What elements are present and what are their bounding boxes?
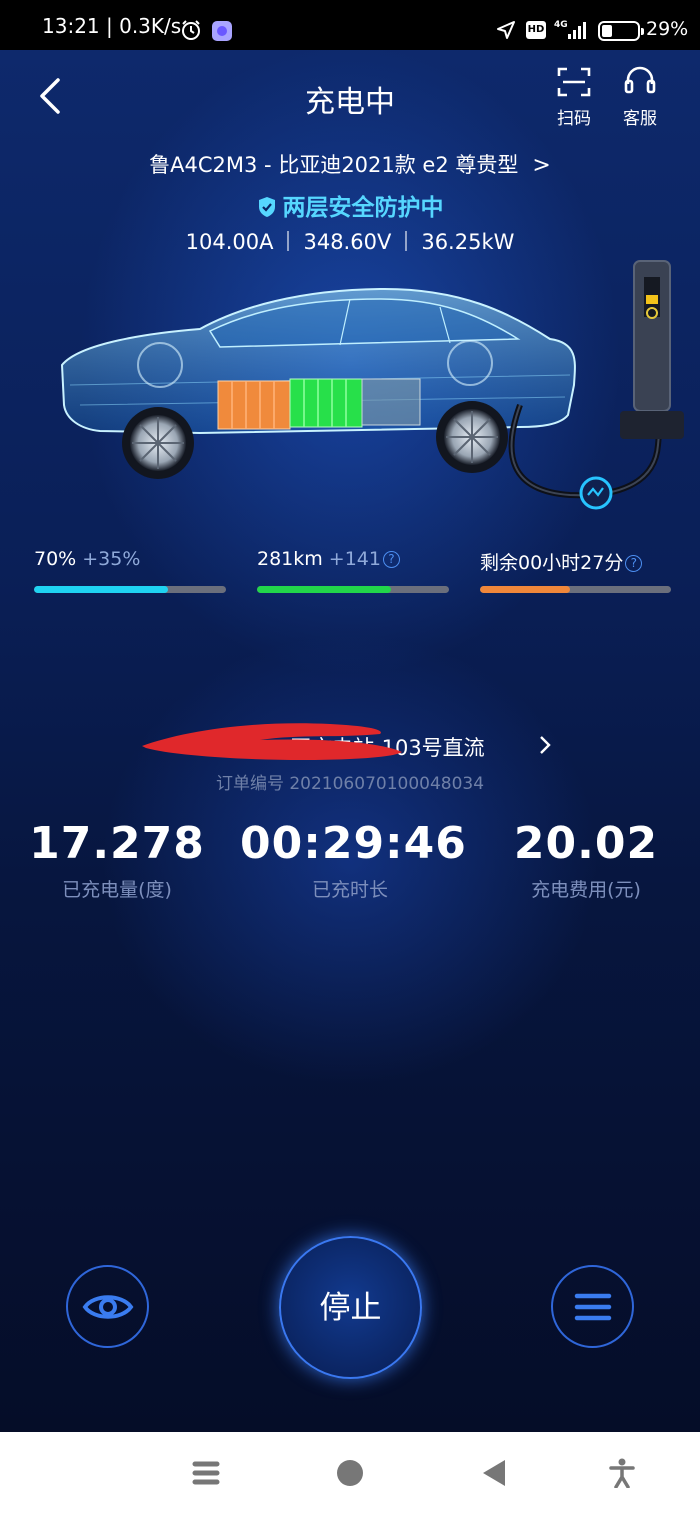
soc-progress: 70% +35%	[34, 548, 230, 593]
duration-stat: 00:29:46 已充时长	[240, 818, 467, 902]
vehicle-info-text: 鲁A4C2M3 - 比亚迪2021款 e2 尊贵型	[149, 153, 519, 177]
soc-value: 70%	[34, 548, 77, 570]
status-time: 13:21 | 0.3K/s	[42, 14, 182, 38]
range-bar	[257, 586, 449, 593]
range-bar-fill	[257, 586, 392, 593]
divider	[287, 231, 290, 251]
app-icon	[212, 21, 232, 41]
menu-button[interactable]	[551, 1265, 634, 1348]
menu-icon	[574, 1293, 611, 1320]
cost-value: 20.02	[513, 818, 659, 869]
duration-value: 00:29:46	[240, 818, 467, 869]
remaining-time-bar	[480, 586, 671, 593]
location-arrow-icon	[497, 21, 515, 39]
view-button[interactable]	[66, 1265, 149, 1348]
shield-check-icon	[258, 197, 275, 217]
cost-caption: 充电费用(元)	[531, 879, 641, 901]
service-label: 客服	[623, 109, 657, 129]
soc-bar	[34, 586, 226, 593]
safety-text: 两层安全防护中	[282, 195, 444, 221]
range-delta: +141	[328, 548, 381, 570]
help-icon[interactable]: ?	[382, 551, 400, 568]
redaction-scribble	[142, 723, 402, 760]
hd-icon: HD	[526, 21, 546, 39]
energy-stat: 17.278 已充电量(度)	[7, 818, 227, 902]
soc-bar-fill	[34, 586, 169, 593]
car-charging-illustration	[60, 260, 684, 510]
stop-label: 停止	[319, 1290, 382, 1326]
remaining-time-progress: 剩余00小时27分?	[480, 548, 676, 593]
eye-icon	[82, 1294, 133, 1319]
range-progress: 281km +141?	[257, 548, 453, 593]
energy-caption: 已充电量(度)	[62, 879, 172, 901]
scan-label: 扫码	[557, 109, 591, 129]
divider	[405, 231, 408, 251]
back-triangle-icon[interactable]	[480, 1458, 508, 1488]
svg-text:4G: 4G	[554, 20, 568, 30]
remaining-time-bar-fill	[480, 586, 570, 593]
scan-button[interactable]: 扫码	[548, 66, 600, 129]
range-value: 281km	[257, 548, 323, 570]
cost-stat: 20.02 充电费用(元)	[476, 818, 696, 902]
chevron-right-icon: >	[532, 153, 551, 178]
energy-value: 17.278	[29, 818, 205, 869]
remaining-time-value: 剩余00小时27分	[480, 552, 624, 574]
scan-icon	[557, 67, 591, 97]
recents-menu-icon[interactable]	[192, 1458, 220, 1488]
charging-metrics: 104.00A 348.60V 36.25kW	[0, 230, 700, 254]
status-bar: 13:21 | 0.3K/s HD 4G 29%	[0, 0, 700, 50]
signal-4g-icon: 4G	[554, 20, 586, 39]
customer-service-button[interactable]: 客服	[614, 66, 666, 129]
home-circle-icon[interactable]	[336, 1458, 364, 1488]
battery-icon	[598, 21, 644, 41]
voltage-value: 348.60V	[303, 230, 392, 254]
charging-screen: 13:21 | 0.3K/s HD 4G 29% 充电中 扫码 客服 鲁A4C2…	[0, 0, 700, 1432]
accessibility-icon[interactable]	[608, 1458, 636, 1488]
duration-caption: 已充时长	[311, 879, 388, 901]
order-number: 订单编号 202106070100048034	[215, 774, 485, 794]
battery-percent: 29%	[646, 18, 689, 40]
power-value: 36.25kW	[421, 230, 515, 254]
stop-charging-button[interactable]: 停止	[279, 1236, 422, 1379]
chevron-right-icon	[540, 736, 551, 754]
current-value: 104.00A	[185, 230, 274, 254]
vehicle-info-link[interactable]: 鲁A4C2M3 - 比亚迪2021款 e2 尊贵型 >	[0, 149, 700, 179]
headset-icon	[624, 66, 656, 94]
soc-delta: +35%	[82, 548, 141, 570]
help-icon[interactable]: ?	[625, 555, 643, 572]
alarm-icon	[182, 20, 200, 40]
safety-status: 两层安全防护中	[0, 188, 700, 222]
system-navigation-bar	[0, 1432, 700, 1516]
